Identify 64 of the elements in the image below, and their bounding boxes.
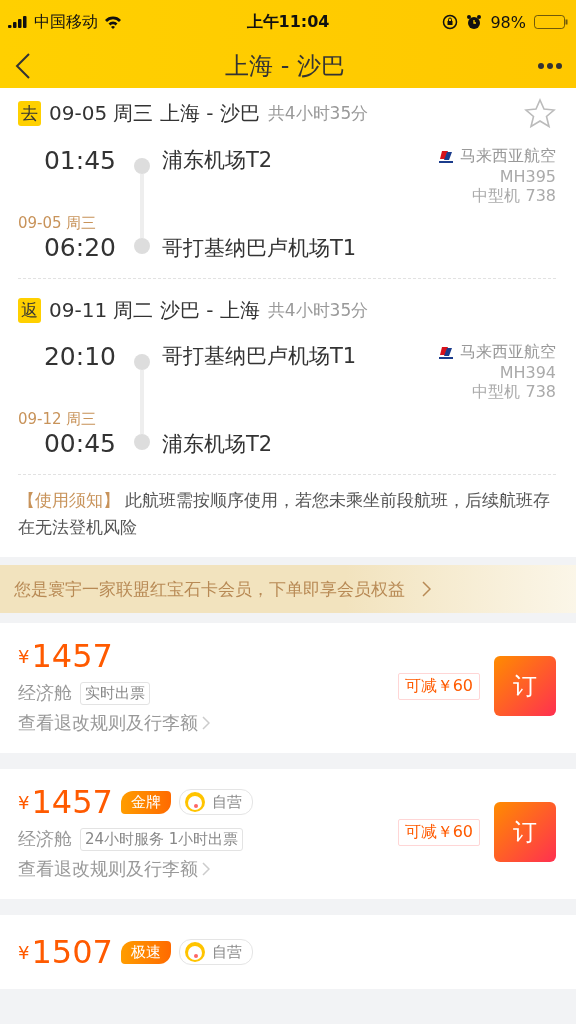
clock-time: 上午11:04 bbox=[246, 11, 330, 33]
service-tag: 24小时服务 1小时出票 bbox=[80, 827, 244, 851]
arrival-time: 06:20 bbox=[43, 233, 117, 262]
aircraft-type: 中型机 738 bbox=[472, 186, 556, 207]
badge: 自营 bbox=[178, 939, 253, 965]
alarm-icon bbox=[466, 14, 483, 30]
airline-name: 马来西亚航空 bbox=[460, 146, 556, 167]
departure-airport: 浦东机场T2 bbox=[162, 147, 273, 174]
battery-icon bbox=[534, 15, 568, 29]
leg-duration: 共4小时35分 bbox=[267, 101, 369, 125]
book-button[interactable]: 订 bbox=[494, 802, 556, 862]
rotation-lock-icon bbox=[442, 14, 459, 30]
signal-icon bbox=[8, 16, 28, 28]
service-tag: 实时出票 bbox=[80, 681, 150, 705]
discount-tag: 可减￥60 bbox=[397, 672, 480, 700]
baggage-rules-link[interactable]: 查看退改规则及行李额 bbox=[18, 857, 398, 881]
arrival-time: 00:45 bbox=[43, 429, 117, 458]
baggage-rules-link[interactable]: 查看退改规则及行李额 bbox=[18, 711, 398, 735]
chevron-right-icon bbox=[421, 581, 431, 597]
badge: 金牌 bbox=[120, 790, 171, 814]
currency-symbol: ¥ bbox=[18, 941, 30, 963]
mascot-icon bbox=[183, 791, 206, 813]
airline-logo-icon bbox=[438, 149, 454, 164]
chevron-right-icon bbox=[202, 862, 210, 876]
badge: 自营 bbox=[178, 789, 253, 815]
chevron-right-icon bbox=[202, 716, 210, 730]
arrival-date: 09-12 周三 bbox=[18, 410, 97, 429]
leg-duration: 共4小时35分 bbox=[267, 299, 369, 322]
mascot-icon bbox=[183, 941, 206, 963]
aircraft-type: 中型机 738 bbox=[472, 382, 556, 403]
badge: 极速 bbox=[120, 940, 171, 964]
arrival-airport: 浦东机场T2 bbox=[162, 431, 273, 458]
leg-date-route: 09-05 周三 上海 - 沙巴 bbox=[49, 99, 260, 127]
member-banner-text: 您是寰宇一家联盟红宝石卡会员，下单即享会员权益 bbox=[14, 577, 405, 601]
battery-percent: 98% bbox=[490, 12, 526, 32]
currency-symbol: ¥ bbox=[18, 791, 30, 813]
departure-airport: 哥打基纳巴卢机场T1 bbox=[162, 343, 357, 370]
leg-tag: 去 bbox=[18, 100, 41, 126]
carrier-name: 中国移动 bbox=[34, 11, 98, 33]
back-button[interactable] bbox=[14, 52, 32, 80]
favorite-star-icon[interactable] bbox=[524, 98, 556, 128]
wifi-icon bbox=[104, 15, 122, 29]
airline-name: 马来西亚航空 bbox=[460, 342, 556, 363]
book-button[interactable]: 订 bbox=[494, 656, 556, 716]
arrival-airport: 哥打基纳巴卢机场T1 bbox=[162, 235, 357, 262]
member-banner[interactable]: 您是寰宇一家联盟红宝石卡会员，下单即享会员权益 bbox=[0, 565, 576, 613]
price: 1507 bbox=[31, 933, 113, 971]
page-title: 上海 - 沙巴 bbox=[225, 51, 345, 82]
departure-time: 20:10 bbox=[43, 342, 117, 371]
currency-symbol: ¥ bbox=[18, 645, 30, 667]
airline-logo-icon bbox=[438, 345, 454, 360]
price: 1457 bbox=[31, 783, 113, 821]
arrival-date: 09-05 周三 bbox=[18, 214, 97, 233]
usage-notice: 【使用须知】 此航班需按顺序使用，若您未乘坐前段航班，后续航班存在无法登机风险 bbox=[18, 489, 552, 539]
price: 1457 bbox=[31, 637, 113, 675]
leg-date-route: 09-11 周二 沙巴 - 上海 bbox=[49, 297, 260, 324]
more-button[interactable] bbox=[538, 63, 562, 69]
leg-tag: 返 bbox=[18, 298, 41, 323]
discount-tag: 可减￥60 bbox=[397, 818, 480, 846]
flight-number: MH395 bbox=[499, 167, 556, 186]
flight-number: MH394 bbox=[499, 363, 556, 382]
departure-time: 01:45 bbox=[43, 146, 117, 175]
cabin-class: 经济舱 bbox=[18, 681, 72, 705]
cabin-class: 经济舱 bbox=[18, 827, 72, 851]
